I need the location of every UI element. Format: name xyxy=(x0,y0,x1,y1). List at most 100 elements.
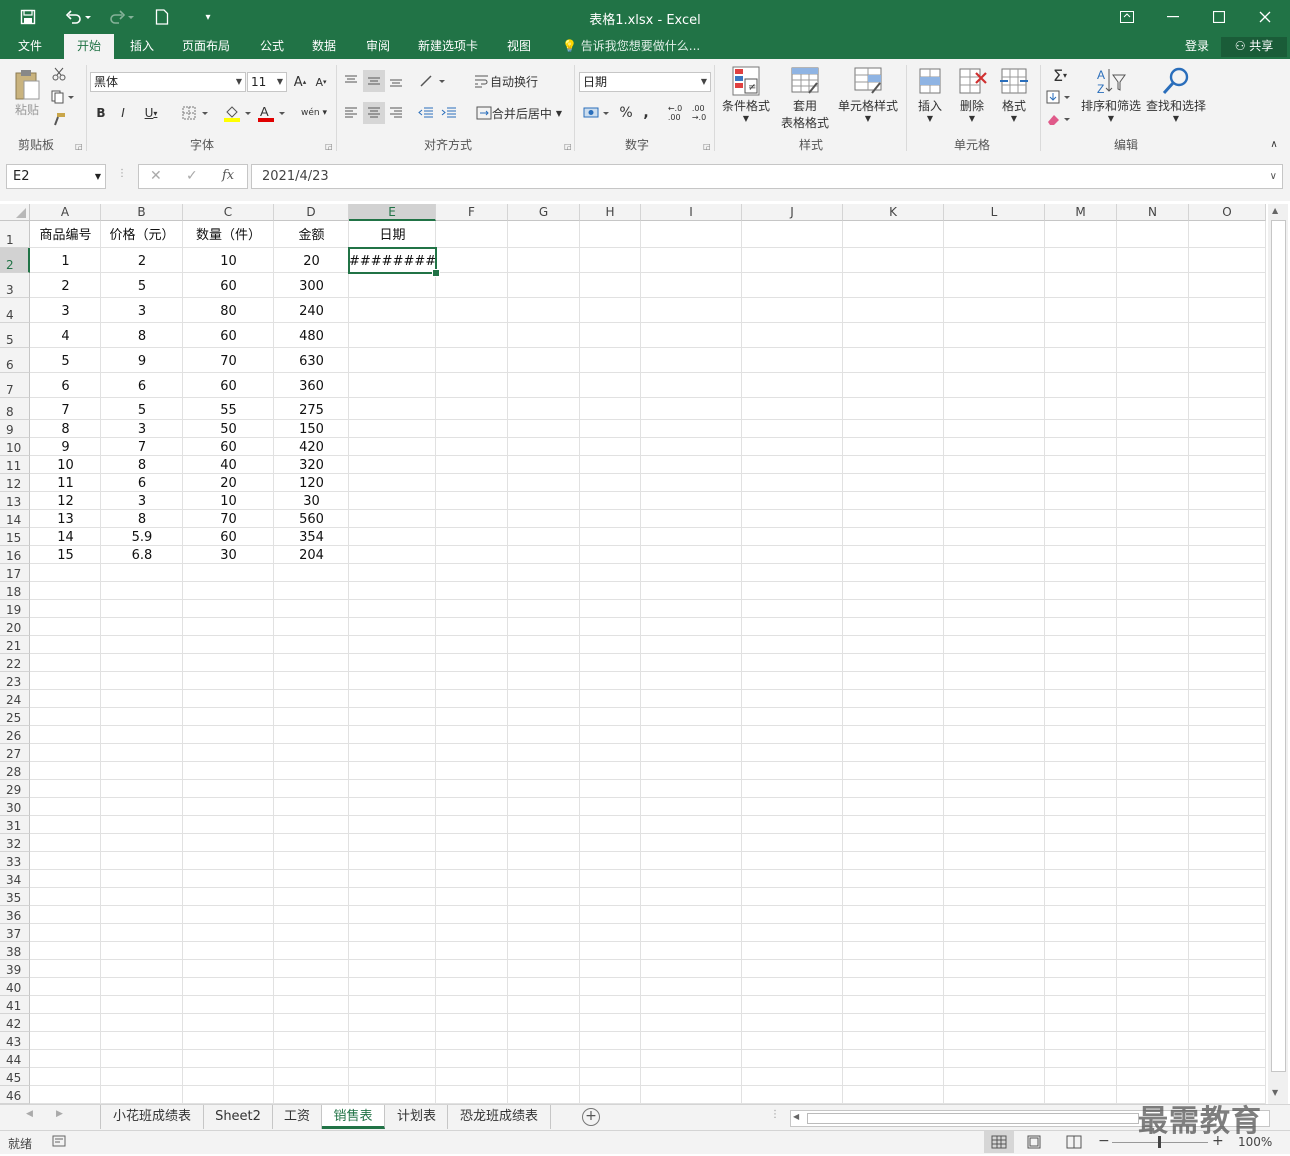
data-cell[interactable]: 20 xyxy=(274,248,349,273)
orientation-icon[interactable] xyxy=(418,71,448,91)
row-header-6[interactable]: 6 xyxy=(0,348,30,373)
fill-color-icon[interactable] xyxy=(222,103,254,123)
align-left-icon[interactable] xyxy=(342,103,360,123)
font-launcher-icon[interactable]: ◲ xyxy=(325,142,333,151)
align-top-icon[interactable] xyxy=(342,71,360,91)
percent-icon[interactable]: % xyxy=(617,103,635,123)
data-cell[interactable]: 4 xyxy=(30,323,101,348)
row-header-33[interactable]: 33 xyxy=(0,852,30,870)
tab-review[interactable]: 审阅 xyxy=(356,34,400,59)
row-header-43[interactable]: 43 xyxy=(0,1032,30,1050)
normal-view-icon[interactable] xyxy=(984,1131,1014,1153)
row-header-1[interactable]: 1 xyxy=(0,221,30,248)
data-cell[interactable]: 275 xyxy=(274,398,349,420)
data-cell[interactable]: 7 xyxy=(101,438,183,456)
row-header-18[interactable]: 18 xyxy=(0,582,30,600)
row-header-8[interactable]: 8 xyxy=(0,398,30,420)
decrease-indent-icon[interactable] xyxy=(416,103,436,123)
tab-data[interactable]: 数据 xyxy=(302,34,346,59)
expand-formula-icon[interactable]: ∨ xyxy=(1270,165,1277,188)
macro-record-icon[interactable] xyxy=(52,1135,66,1150)
data-cell[interactable]: 5 xyxy=(30,348,101,373)
row-header-2[interactable]: 2 xyxy=(0,248,30,273)
data-cell[interactable]: 354 xyxy=(274,528,349,546)
row-header-24[interactable]: 24 xyxy=(0,690,30,708)
data-cell[interactable]: 60 xyxy=(183,528,274,546)
data-cell[interactable]: 60 xyxy=(183,438,274,456)
data-cell[interactable]: 70 xyxy=(183,510,274,528)
clipboard-launcher-icon[interactable]: ◲ xyxy=(75,142,83,151)
data-cell[interactable]: 560 xyxy=(274,510,349,528)
cancel-icon[interactable]: ✕ xyxy=(150,168,162,184)
font-size-select[interactable]: 11 ▼ xyxy=(247,72,287,92)
data-cell[interactable]: 15 xyxy=(30,546,101,564)
column-header-c[interactable]: C xyxy=(183,204,274,221)
data-cell[interactable]: 80 xyxy=(183,298,274,323)
row-header-26[interactable]: 26 xyxy=(0,726,30,744)
column-header-o[interactable]: O xyxy=(1189,204,1266,221)
data-cell[interactable]: 2 xyxy=(101,248,183,273)
data-cell[interactable]: 2 xyxy=(30,273,101,298)
minimize-icon[interactable] xyxy=(1150,0,1196,34)
next-sheet-icon[interactable]: ▶ xyxy=(56,1109,63,1119)
data-cell[interactable]: 12 xyxy=(30,492,101,510)
sheet-tab[interactable]: 小花班成绩表 xyxy=(101,1105,204,1129)
data-cell[interactable]: 630 xyxy=(274,348,349,373)
row-header-11[interactable]: 11 xyxy=(0,456,30,474)
row-header-45[interactable]: 45 xyxy=(0,1068,30,1086)
row-header-3[interactable]: 3 xyxy=(0,273,30,298)
row-header-30[interactable]: 30 xyxy=(0,798,30,816)
data-cell[interactable]: 8 xyxy=(101,456,183,474)
number-launcher-icon[interactable]: ◲ xyxy=(703,142,711,151)
row-header-38[interactable]: 38 xyxy=(0,942,30,960)
data-cell[interactable]: 14 xyxy=(30,528,101,546)
column-header-j[interactable]: J xyxy=(742,204,843,221)
insert-function-icon[interactable]: fx xyxy=(222,168,234,183)
share-button[interactable]: ⚇ 共享 xyxy=(1221,37,1287,57)
vertical-scrollbar[interactable]: ▲ ▼ xyxy=(1268,204,1288,1104)
row-header-42[interactable]: 42 xyxy=(0,1014,30,1032)
data-cell[interactable]: 10 xyxy=(30,456,101,474)
row-header-5[interactable]: 5 xyxy=(0,323,30,348)
data-cell[interactable]: 9 xyxy=(30,438,101,456)
tab-new-tab[interactable]: 新建选项卡 xyxy=(410,34,486,59)
row-header-36[interactable]: 36 xyxy=(0,906,30,924)
header-cell[interactable]: 日期 xyxy=(349,221,436,248)
sheet-tab[interactable]: 工资 xyxy=(273,1105,322,1129)
align-center-icon[interactable] xyxy=(363,102,385,124)
fill-handle[interactable] xyxy=(432,269,440,277)
borders-icon[interactable] xyxy=(180,103,212,123)
row-header-40[interactable]: 40 xyxy=(0,978,30,996)
tab-formulas[interactable]: 公式 xyxy=(250,34,294,59)
data-cell[interactable]: 3 xyxy=(30,298,101,323)
page-break-view-icon[interactable] xyxy=(1066,1135,1082,1152)
autosum-icon[interactable]: Σ ▾ xyxy=(1044,65,1076,85)
sheet-tab[interactable]: 计划表 xyxy=(386,1105,448,1129)
underline-icon[interactable]: U ▾ xyxy=(137,103,165,123)
row-header-35[interactable]: 35 xyxy=(0,888,30,906)
header-cell[interactable]: 数量（件） xyxy=(183,221,274,248)
row-header-4[interactable]: 4 xyxy=(0,298,30,323)
row-header-28[interactable]: 28 xyxy=(0,762,30,780)
row-header-12[interactable]: 12 xyxy=(0,474,30,492)
row-header-15[interactable]: 15 xyxy=(0,528,30,546)
clear-icon[interactable] xyxy=(1044,109,1076,129)
page-layout-view-icon[interactable] xyxy=(1026,1135,1042,1152)
maximize-icon[interactable] xyxy=(1196,0,1242,34)
data-cell[interactable]: 300 xyxy=(274,273,349,298)
row-header-19[interactable]: 19 xyxy=(0,600,30,618)
tab-view[interactable]: 视图 xyxy=(496,34,542,59)
data-cell[interactable]: 20 xyxy=(183,474,274,492)
row-header-39[interactable]: 39 xyxy=(0,960,30,978)
data-cell[interactable]: 120 xyxy=(274,474,349,492)
row-header-16[interactable]: 16 xyxy=(0,546,30,564)
copy-icon[interactable] xyxy=(48,88,78,106)
data-cell[interactable]: 320 xyxy=(274,456,349,474)
data-cell[interactable]: 50 xyxy=(183,420,274,438)
name-box[interactable]: E2 ▼ xyxy=(6,164,106,189)
login-link[interactable]: 登录 xyxy=(1185,34,1209,58)
tab-home[interactable]: 开始 xyxy=(64,34,114,59)
row-header-13[interactable]: 13 xyxy=(0,492,30,510)
row-header-34[interactable]: 34 xyxy=(0,870,30,888)
select-all-button[interactable] xyxy=(0,204,30,221)
